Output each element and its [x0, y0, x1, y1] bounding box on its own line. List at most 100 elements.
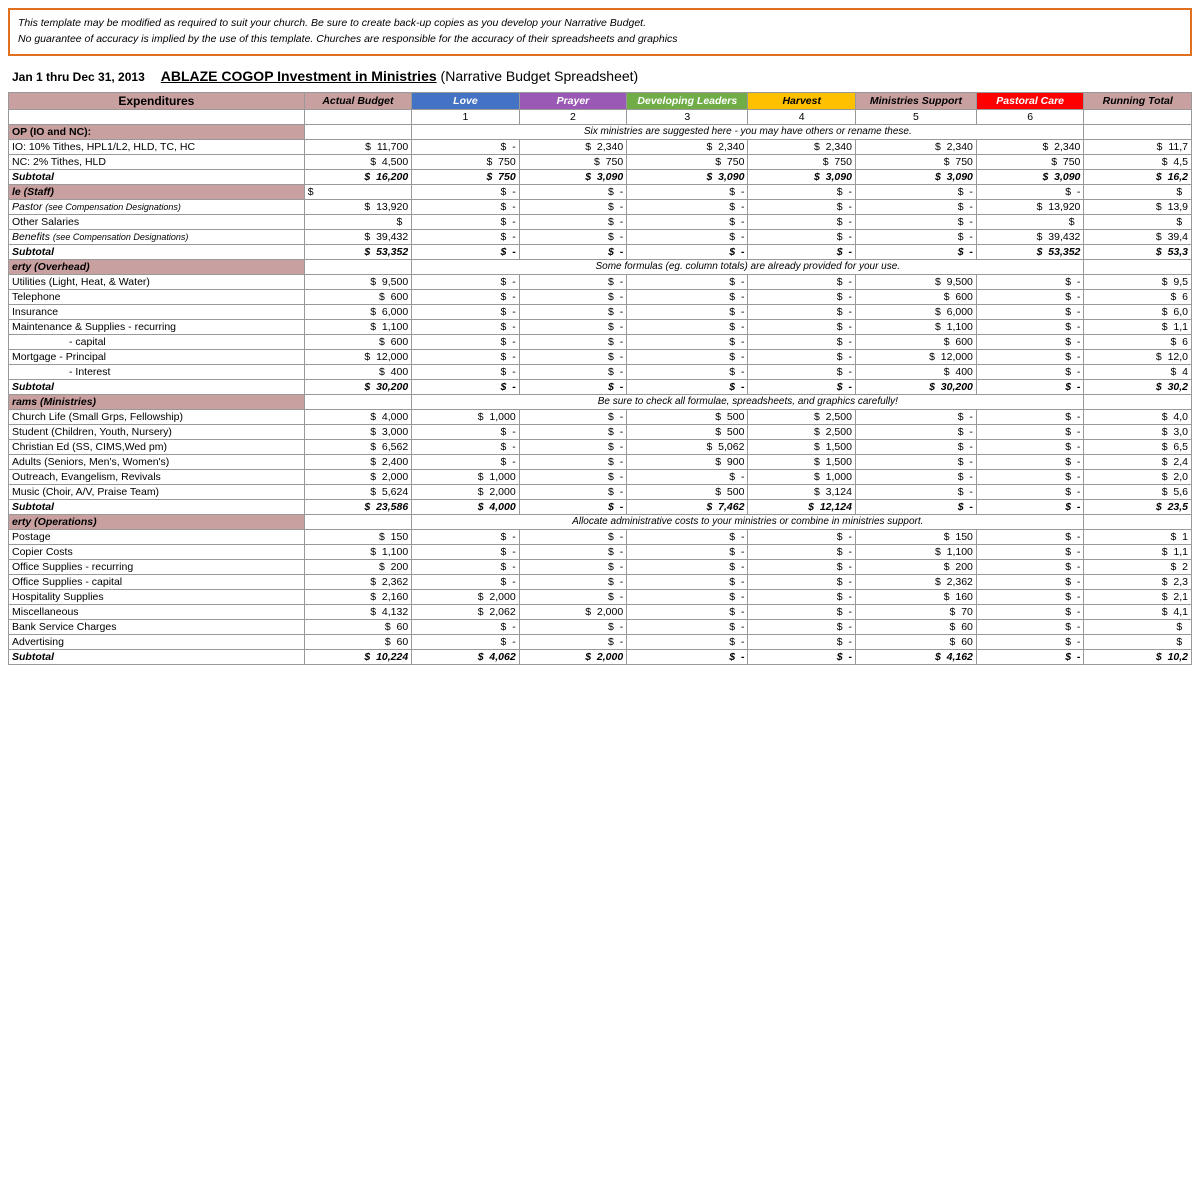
programs-section-header: rams (Ministries) [9, 394, 305, 409]
op2-running: $ 4,5 [1084, 154, 1192, 169]
postage-row: Postage $ 150 $ - $ - $ - $ - $ 150 $ - … [9, 529, 1192, 544]
title-rest: (Narrative Budget Spreadsheet) [437, 68, 639, 84]
utilities-row: Utilities (Light, Heat, & Water) $ 9,500… [9, 274, 1192, 289]
telephone-row: Telephone $ 600 $ - $ - $ - $ - $ 600 $ … [9, 289, 1192, 304]
admin-section-note: Allocate administrative costs to your mi… [412, 514, 1084, 529]
salaries-prayer: $ - [519, 214, 627, 229]
disclaimer-box: This template may be modified as require… [8, 8, 1192, 56]
misc-row: Miscellaneous $ 4,132 $ 2,062 $ 2,000 $ … [9, 604, 1192, 619]
salaries-row: Other Salaries $ $ - $ - $ - $ - $ - $ $ [9, 214, 1192, 229]
salaries-love: $ - [412, 214, 520, 229]
mortgage-i-label: - Interest [9, 364, 305, 379]
programs-section-note: Be sure to check all formulae, spreadshe… [412, 394, 1084, 409]
benefits-developing: $ - [627, 229, 748, 244]
op2-actual: $ 4,500 [304, 154, 412, 169]
num-prayer: 2 [519, 109, 627, 124]
property-header-row: erty (Overhead) Some formulas (eg. colum… [9, 259, 1192, 274]
property-subtotal-label: Subtotal [9, 379, 305, 394]
utilities-label: Utilities (Light, Heat, & Water) [9, 274, 305, 289]
op1-label: IO: 10% Tithes, HPL1/L2, HLD, TC, HC [9, 139, 305, 154]
header-row-labels: Expenditures Actual Budget Love Prayer D… [9, 92, 1192, 109]
benefits-prayer: $ - [519, 229, 627, 244]
copier-label: Copier Costs [9, 544, 305, 559]
op2-love: $ 750 [412, 154, 520, 169]
col-header-harvest: Harvest [748, 92, 856, 109]
maintenance-label: Maintenance & Supplies - recurring [9, 319, 305, 334]
benefits-row: Benefits (see Compensation Designations)… [9, 229, 1192, 244]
benefits-love: $ - [412, 229, 520, 244]
op1-pastoral: $ 2,340 [976, 139, 1084, 154]
office-cap-row: Office Supplies - capital $ 2,362 $ - $ … [9, 574, 1192, 589]
salaries-ministries: $ - [855, 214, 976, 229]
op-subtotal-actual: $ 16,200 [304, 169, 412, 184]
num-ministries: 5 [855, 109, 976, 124]
op-section-header: OP (IO and NC): [9, 124, 305, 139]
admin-header-row: erty (Operations) Allocate administrativ… [9, 514, 1192, 529]
insurance-label: Insurance [9, 304, 305, 319]
office-rec-row: Office Supplies - recurring $ 200 $ - $ … [9, 559, 1192, 574]
pastor-row: Pastor (see Compensation Designations) $… [9, 199, 1192, 214]
hospitality-row: Hospitality Supplies $ 2,160 $ 2,000 $ -… [9, 589, 1192, 604]
mortgage-i-row: - Interest $ 400 $ - $ - $ - $ - $ 400 $… [9, 364, 1192, 379]
pastor-ministries: $ - [855, 199, 976, 214]
capital-row: - capital $ 600 $ - $ - $ - $ - $ 600 $ … [9, 334, 1192, 349]
personnel-subtotal-row: Subtotal $ 53,352 $ - $ - $ - $ - $ - $ … [9, 244, 1192, 259]
col-header-pastoral: Pastoral Care [976, 92, 1084, 109]
benefits-actual: $ 39,432 [304, 229, 412, 244]
postage-label: Postage [9, 529, 305, 544]
op-subtotal-prayer: $ 3,090 [519, 169, 627, 184]
disclaimer-line1: This template may be modified as require… [18, 17, 646, 29]
benefits-ministries: $ - [855, 229, 976, 244]
salaries-actual: $ [304, 214, 412, 229]
op-subtotal-ministries: $ 3,090 [855, 169, 976, 184]
col-header-actual: Actual Budget [304, 92, 412, 109]
disclaimer-line2: No guarantee of accuracy is implied by t… [18, 33, 678, 45]
num-pastoral: 6 [976, 109, 1084, 124]
op-subtotal-running: $ 16,2 [1084, 169, 1192, 184]
num-empty-1 [9, 109, 305, 124]
num-empty-running [1084, 109, 1192, 124]
salaries-harvest: $ - [748, 214, 856, 229]
salaries-running: $ [1084, 214, 1192, 229]
col-header-developing: Developing Leaders [627, 92, 748, 109]
pastor-harvest: $ - [748, 199, 856, 214]
col-header-running: Running Total [1084, 92, 1192, 109]
op-subtotal-row: Subtotal $ 16,200 $ 750 $ 3,090 $ 3,090 … [9, 169, 1192, 184]
church-life-label: Church Life (Small Grps, Fellowship) [9, 409, 305, 424]
programs-subtotal-row: Subtotal $ 23,586 $ 4,000 $ - $ 7,462 $ … [9, 499, 1192, 514]
benefits-label: Benefits (see Compensation Designations) [9, 229, 305, 244]
music-label: Music (Choir, A/V, Praise Team) [9, 484, 305, 499]
pastor-pastoral: $ 13,920 [976, 199, 1084, 214]
pastor-prayer: $ - [519, 199, 627, 214]
advertising-row: Advertising $ 60 $ - $ - $ - $ - $ 60 $ … [9, 634, 1192, 649]
num-developing: 3 [627, 109, 748, 124]
salaries-label: Other Salaries [9, 214, 305, 229]
hospitality-label: Hospitality Supplies [9, 589, 305, 604]
property-section-note: Some formulas (eg. column totals) are al… [412, 259, 1084, 274]
main-title: ABLAZE COGOP Investment in Ministries (N… [161, 68, 638, 84]
student-label: Student (Children, Youth, Nursery) [9, 424, 305, 439]
programs-subtotal-label: Subtotal [9, 499, 305, 514]
copier-row: Copier Costs $ 1,100 $ - $ - $ - $ - $ 1… [9, 544, 1192, 559]
date-range: Jan 1 thru Dec 31, 2013 [12, 70, 145, 84]
personnel-section-header: le (Staff) [9, 184, 305, 199]
op2-developing: $ 750 [627, 154, 748, 169]
op1-harvest: $ 2,340 [748, 139, 856, 154]
op-section-note: Six ministries are suggested here - you … [412, 124, 1084, 139]
op2-row: NC: 2% Tithes, HLD $ 4,500 $ 750 $ 750 $… [9, 154, 1192, 169]
outreach-row: Outreach, Evangelism, Revivals $ 2,000 $… [9, 469, 1192, 484]
church-life-row: Church Life (Small Grps, Fellowship) $ 4… [9, 409, 1192, 424]
maintenance-row: Maintenance & Supplies - recurring $ 1,1… [9, 319, 1192, 334]
op-subtotal-love: $ 750 [412, 169, 520, 184]
bank-row: Bank Service Charges $ 60 $ - $ - $ - $ … [9, 619, 1192, 634]
programs-header-row: rams (Ministries) Be sure to check all f… [9, 394, 1192, 409]
benefits-pastoral: $ 39,432 [976, 229, 1084, 244]
op-subtotal-developing: $ 3,090 [627, 169, 748, 184]
op2-prayer: $ 750 [519, 154, 627, 169]
admin-subtotal-row: Subtotal $ 10,224 $ 4,062 $ 2,000 $ - $ … [9, 649, 1192, 664]
misc-label: Miscellaneous [9, 604, 305, 619]
num-empty-2 [304, 109, 412, 124]
col-header-prayer: Prayer [519, 92, 627, 109]
personnel-subtotal-label: Subtotal [9, 244, 305, 259]
op2-label: NC: 2% Tithes, HLD [9, 154, 305, 169]
